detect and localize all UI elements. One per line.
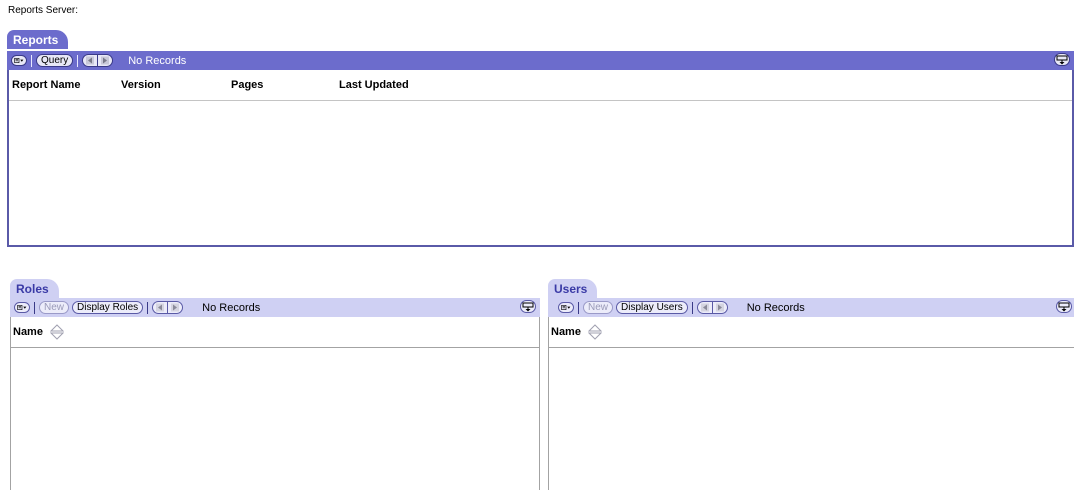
column-header-last-updated[interactable]: Last Updated <box>336 79 536 91</box>
tab-roles[interactable]: Roles <box>10 279 59 298</box>
prev-button[interactable] <box>82 54 98 67</box>
export-button[interactable] <box>1056 300 1072 313</box>
record-status: No Records <box>202 301 261 314</box>
list-menu-button[interactable] <box>558 302 574 313</box>
column-header-version[interactable]: Version <box>118 79 228 91</box>
prev-arrow-icon <box>86 56 95 65</box>
next-button[interactable] <box>97 54 114 67</box>
next-button[interactable] <box>167 301 184 314</box>
toolbar-separator <box>147 301 149 314</box>
record-status: No Records <box>746 301 805 314</box>
column-label: Name <box>13 325 43 338</box>
next-arrow-icon <box>715 303 724 312</box>
record-status: No Records <box>128 54 187 67</box>
sort-icon[interactable] <box>588 324 603 340</box>
tab-reports[interactable]: Reports <box>7 30 69 49</box>
column-header-pages[interactable]: Pages <box>228 79 336 91</box>
new-user-button[interactable]: New <box>583 301 614 314</box>
users-toolbar: New Display Users No Records <box>548 298 1074 317</box>
reports-toolbar: Query No Records <box>7 51 1074 70</box>
export-button[interactable] <box>520 300 536 313</box>
export-icon <box>1056 55 1068 64</box>
list-menu-button[interactable] <box>14 302 30 313</box>
display-roles-button[interactable]: Display Roles <box>72 301 144 314</box>
column-header-report-name[interactable]: Report Name <box>9 79 118 91</box>
next-arrow-icon <box>101 56 110 65</box>
roles-panel: Roles New Display Roles No Records Name <box>10 279 540 490</box>
column-header-name[interactable]: Name <box>549 324 603 340</box>
tab-users[interactable]: Users <box>548 279 598 298</box>
sort-icon[interactable] <box>50 324 65 340</box>
display-users-button[interactable]: Display Users <box>616 301 688 314</box>
column-header-name[interactable]: Name <box>11 324 65 340</box>
export-button[interactable] <box>1054 53 1070 66</box>
page-title: Reports Server: <box>8 5 79 16</box>
new-role-button[interactable]: New <box>39 301 70 314</box>
record-navigation <box>82 54 114 67</box>
query-button[interactable]: Query <box>36 54 74 67</box>
list-menu-button[interactable] <box>11 55 27 66</box>
prev-arrow-icon <box>700 303 709 312</box>
reports-grid: Report Name Version Pages Last Updated <box>7 70 1074 247</box>
export-icon <box>522 302 534 311</box>
reports-panel: Reports Query No Records Report Name Ver… <box>7 30 1074 247</box>
record-navigation <box>152 301 184 314</box>
list-menu-icon <box>17 305 27 310</box>
prev-button[interactable] <box>152 301 168 314</box>
list-menu-icon <box>14 58 24 63</box>
roles-grid: Name <box>10 317 540 490</box>
users-grid-header: Name <box>549 317 1074 348</box>
toolbar-separator <box>34 301 35 314</box>
column-label: Name <box>551 325 581 338</box>
users-grid: Name <box>548 317 1074 490</box>
list-menu-icon <box>561 305 571 310</box>
users-panel: Users New Display Users No Records Name <box>548 279 1074 490</box>
record-navigation <box>696 301 728 314</box>
reports-grid-header: Report Name Version Pages Last Updated <box>9 70 1072 101</box>
next-button[interactable] <box>711 301 728 314</box>
toolbar-separator <box>691 301 693 314</box>
roles-grid-header: Name <box>11 317 539 348</box>
roles-toolbar: New Display Roles No Records <box>10 298 540 317</box>
toolbar-separator <box>31 54 32 67</box>
toolbar-separator <box>77 54 79 67</box>
prev-arrow-icon <box>156 303 165 312</box>
toolbar-separator <box>578 301 579 314</box>
next-arrow-icon <box>171 303 180 312</box>
prev-button[interactable] <box>696 301 712 314</box>
export-icon <box>1058 302 1070 311</box>
